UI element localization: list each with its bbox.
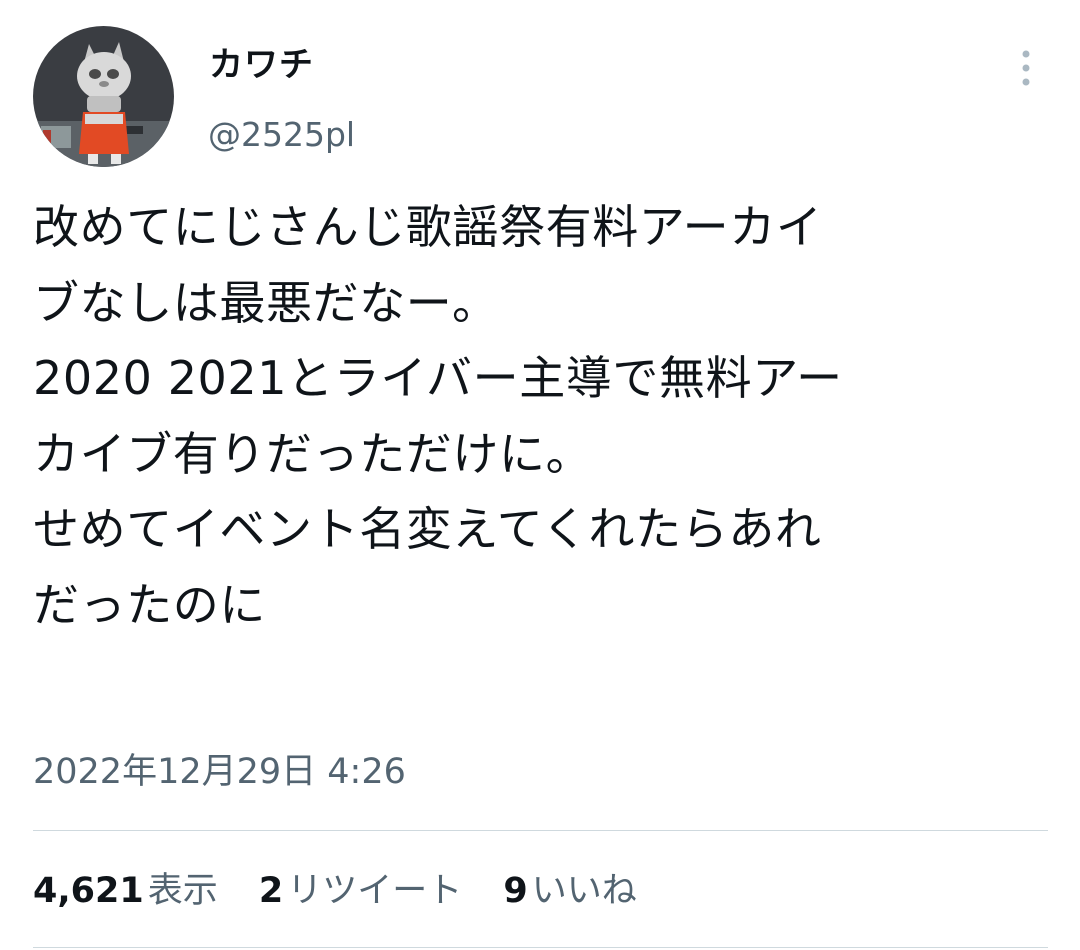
divider bbox=[33, 947, 1048, 948]
retweets-count: 2 bbox=[258, 871, 284, 911]
tweet-text-line: せめてイベント名変えてくれたらあれ bbox=[33, 502, 822, 556]
tweet-timestamp[interactable]: 2022年12月29日 4:26 bbox=[33, 750, 406, 794]
tweet-text-line: カイブ有りだっただけに。 bbox=[33, 426, 593, 481]
likes-stat[interactable]: 9 いいね bbox=[503, 866, 636, 916]
tweet-text-line: だったのに bbox=[33, 577, 266, 632]
tweet-text-line: ブなしは最悪だなー。 bbox=[33, 275, 499, 330]
views-count: 4,621 bbox=[33, 871, 144, 911]
retweets-stat[interactable]: 2 リツイート bbox=[259, 866, 462, 916]
retweets-label: リツイート bbox=[287, 871, 463, 911]
author-display-name[interactable]: カワチ bbox=[209, 48, 314, 82]
divider bbox=[33, 830, 1048, 831]
avatar-image bbox=[33, 26, 174, 167]
tweet-text: 改めてにじさんじ歌謡祭有料アーカイ ブなしは最悪だなー。 2020 2021とラ… bbox=[33, 190, 1063, 643]
likes-count: 9 bbox=[503, 871, 528, 911]
views-stat: 4,621 表示 bbox=[33, 866, 218, 916]
more-vertical-icon bbox=[1022, 50, 1030, 86]
author-handle[interactable]: @2525pl bbox=[208, 118, 355, 151]
tweet-text-line: 改めてにじさんじ歌謡祭有料アーカイ bbox=[33, 200, 823, 254]
views-label: 表示 bbox=[147, 871, 218, 911]
tweet-text-line: 2020 2021とライバー主導で無料アー bbox=[33, 351, 843, 405]
avatar[interactable] bbox=[33, 26, 174, 167]
more-options-button[interactable] bbox=[1006, 46, 1046, 90]
likes-label: いいね bbox=[531, 871, 637, 911]
tweet-stats: 4,621 表示 2 リツイート 9 いいね bbox=[33, 866, 667, 916]
